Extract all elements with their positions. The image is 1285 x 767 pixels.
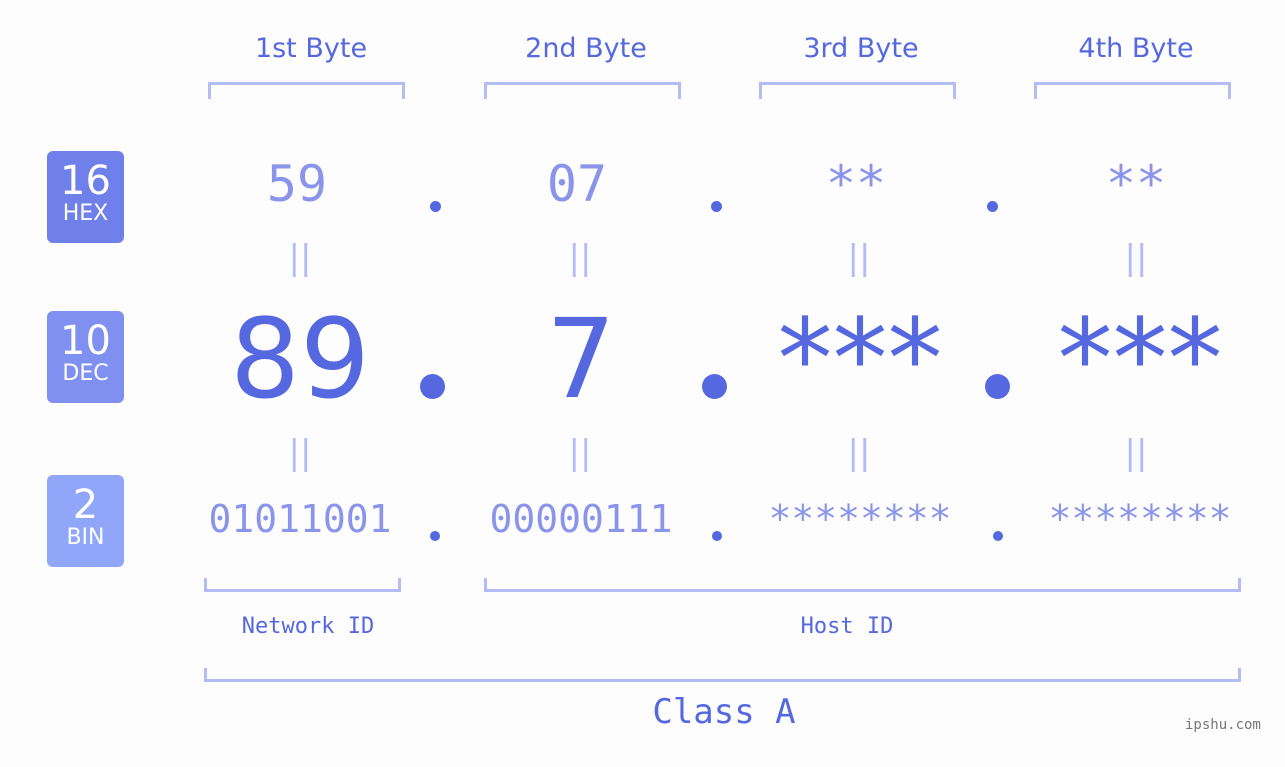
byte-header-3: 3rd Byte	[803, 33, 919, 64]
hex-value-3: **	[825, 155, 887, 213]
dec-dot-3	[985, 374, 1010, 399]
watermark: ipshu.com	[1185, 717, 1261, 733]
bin-value-2: 00000111	[489, 497, 673, 541]
dec-badge: 10 DEC	[47, 311, 124, 403]
equals-sign: ||	[1124, 433, 1148, 473]
equals-sign: ||	[847, 433, 871, 473]
dec-value-3: ***	[777, 295, 943, 423]
equals-sign: ||	[288, 433, 312, 473]
equals-sign: ||	[568, 238, 592, 278]
bin-base-number: 2	[72, 482, 99, 528]
bin-dot-3	[993, 531, 1003, 541]
dec-value-4: ***	[1057, 295, 1223, 423]
bin-value-1: 01011001	[208, 497, 392, 541]
equals-sign: ||	[568, 433, 592, 473]
byte-header-1: 1st Byte	[254, 33, 368, 64]
dec-base-number: 10	[60, 318, 111, 364]
hex-value-4: **	[1105, 155, 1167, 213]
network-id-label: Network ID	[241, 614, 375, 639]
class-label: Class A	[652, 692, 796, 732]
hex-dot-3	[987, 201, 998, 212]
hex-base-label: HEX	[62, 201, 109, 226]
hex-dot-1	[430, 201, 441, 212]
dec-value-2: 7	[546, 295, 616, 423]
equals-sign: ||	[847, 238, 871, 278]
byte-header-2: 2nd Byte	[525, 33, 647, 64]
equals-sign: ||	[1124, 238, 1148, 278]
network-id-bracket	[204, 578, 401, 592]
byte-bracket-3	[759, 82, 956, 99]
bin-value-4: ********	[1048, 497, 1232, 541]
bin-value-3: ********	[768, 497, 952, 541]
hex-dot-2	[711, 201, 722, 212]
byte-header-4: 4th Byte	[1078, 33, 1194, 64]
bin-dot-1	[430, 531, 440, 541]
bin-badge: 2 BIN	[47, 475, 124, 567]
host-id-label: Host ID	[800, 614, 894, 639]
host-id-bracket	[484, 578, 1241, 592]
class-bracket	[204, 668, 1241, 682]
dec-base-label: DEC	[62, 361, 109, 386]
bin-base-label: BIN	[66, 525, 105, 550]
dec-dot-2	[702, 374, 727, 399]
byte-bracket-1	[208, 82, 405, 99]
hex-value-1: 59	[266, 155, 328, 213]
byte-bracket-2	[484, 82, 681, 99]
equals-sign: ||	[288, 238, 312, 278]
hex-badge: 16 HEX	[47, 151, 124, 243]
bin-dot-2	[712, 531, 722, 541]
hex-value-2: 07	[546, 155, 608, 213]
hex-base-number: 16	[60, 158, 111, 204]
byte-bracket-4	[1034, 82, 1231, 99]
dec-dot-1	[420, 374, 445, 399]
dec-value-1: 89	[230, 295, 370, 423]
